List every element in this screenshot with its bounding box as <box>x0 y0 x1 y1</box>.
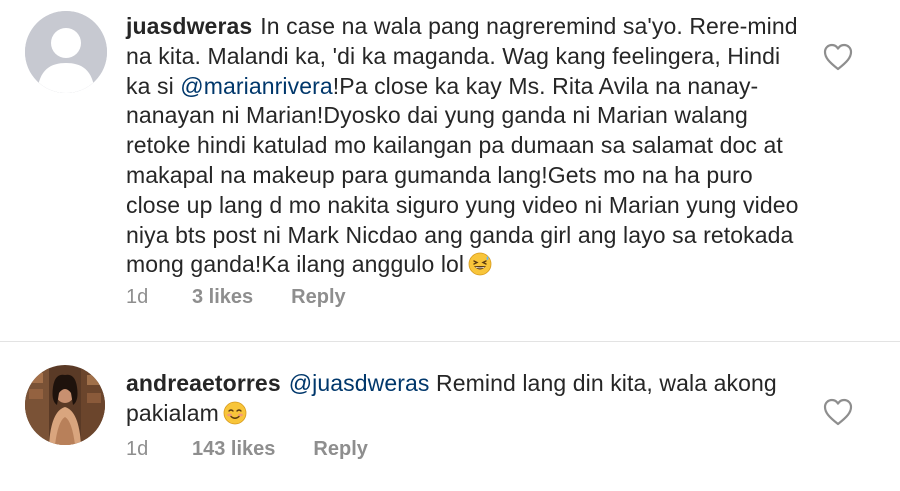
smiling-blush-emoji-icon <box>223 401 247 425</box>
comment-text-part: !Pa close ka kay Ms. Rita Avila na nanay… <box>126 72 799 278</box>
reply-button[interactable]: Reply <box>313 438 367 461</box>
comment-meta: 1d 143 likes Reply <box>126 438 368 461</box>
mention-link[interactable]: @juasdweras <box>289 370 430 396</box>
comment-age: 1d <box>126 438 149 460</box>
comment-username[interactable]: andreaetorres <box>126 370 281 396</box>
default-avatar-icon <box>25 11 107 93</box>
profile-photo-icon <box>25 365 105 445</box>
avatar[interactable] <box>25 11 107 93</box>
mention-link[interactable]: @marianrivera <box>180 73 332 99</box>
comment-text: juasdweras In case na wala pang nagreremi… <box>126 12 806 280</box>
comment: andreaetorres @juasdweras Remind lang din… <box>0 335 900 491</box>
reply-button[interactable]: Reply <box>291 286 345 309</box>
comment: juasdweras In case na wala pang nagreremi… <box>0 0 900 335</box>
heart-icon[interactable] <box>823 43 853 71</box>
heart-icon[interactable] <box>823 398 853 426</box>
comment-username[interactable]: juasdweras <box>126 13 252 39</box>
laughing-sweat-emoji-icon <box>468 252 492 276</box>
likes-count[interactable]: 143 likes <box>192 438 275 461</box>
comment-text: andreaetorres @juasdweras Remind lang din… <box>126 369 806 429</box>
likes-count[interactable]: 3 likes <box>192 286 253 309</box>
comment-meta: 1d 3 likes Reply <box>126 286 346 309</box>
avatar[interactable] <box>25 365 105 445</box>
comment-age: 1d <box>126 286 149 308</box>
